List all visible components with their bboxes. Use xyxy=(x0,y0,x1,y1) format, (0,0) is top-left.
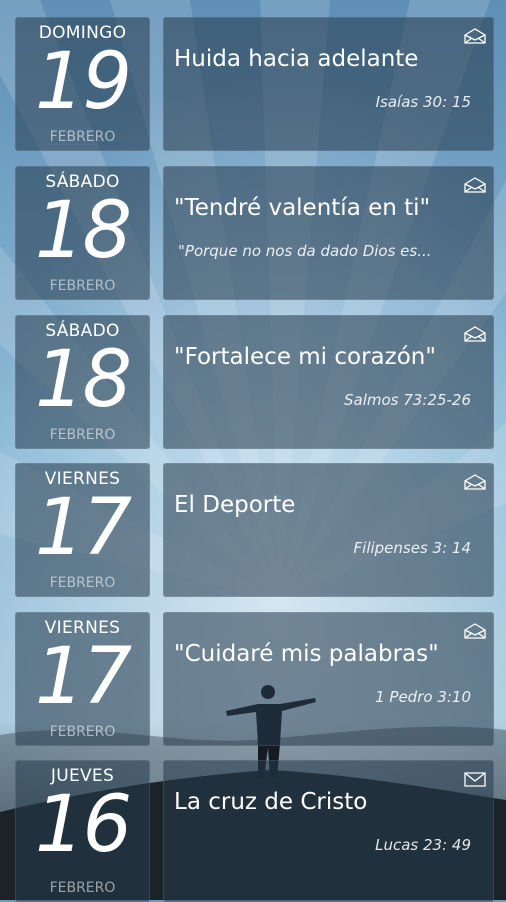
devotional-card[interactable]: "Tendré valentía en ti" "Porque no nos d… xyxy=(163,166,494,300)
closed-envelope-icon xyxy=(464,772,486,787)
month-label: FEBRERO xyxy=(49,129,116,145)
devotional-title: El Deporte xyxy=(174,492,296,518)
day-number: 18 xyxy=(34,186,132,276)
devotional-card[interactable]: La cruz de Cristo Lucas 23: 49 xyxy=(163,760,494,902)
open-envelope-icon xyxy=(464,623,486,639)
date-tile: VIERNES 17 FEBRERO xyxy=(15,612,150,746)
date-tile: SÁBADO 18 FEBRERO xyxy=(15,166,150,300)
scripture-reference: Filipenses 3: 14 xyxy=(353,539,471,557)
open-envelope-icon xyxy=(464,474,486,490)
devotional-list: DOMINGO 19 FEBRERO Huida hacia adelante … xyxy=(0,0,506,902)
month-label: FEBRERO xyxy=(49,724,116,740)
day-number: 17 xyxy=(34,483,132,573)
scripture-reference: Lucas 23: 49 xyxy=(375,836,471,854)
date-tile: VIERNES 17 FEBRERO xyxy=(15,463,150,597)
list-item[interactable]: VIERNES 17 FEBRERO "Cuidaré mis palabras… xyxy=(15,612,494,746)
day-number: 19 xyxy=(34,37,132,127)
date-tile: SÁBADO 18 FEBRERO xyxy=(15,315,150,449)
devotional-card[interactable]: El Deporte Filipenses 3: 14 xyxy=(163,463,494,597)
month-label: FEBRERO xyxy=(49,427,116,443)
scripture-reference: 1 Pedro 3:10 xyxy=(375,688,471,706)
list-item[interactable]: SÁBADO 18 FEBRERO "Tendré valentía en ti… xyxy=(15,166,494,300)
open-envelope-icon xyxy=(464,177,486,193)
month-label: FEBRERO xyxy=(49,278,116,294)
devotional-title: "Cuidaré mis palabras" xyxy=(174,641,439,667)
devotional-card[interactable]: "Cuidaré mis palabras" 1 Pedro 3:10 xyxy=(163,612,494,746)
list-item[interactable]: VIERNES 17 FEBRERO El Deporte Filipenses… xyxy=(15,463,494,597)
scripture-reference: "Porque no nos da dado Dios es... xyxy=(178,242,432,260)
open-envelope-icon xyxy=(464,28,486,44)
scripture-reference: Salmos 73:25-26 xyxy=(344,391,471,409)
open-envelope-icon xyxy=(464,326,486,342)
day-number: 17 xyxy=(34,632,132,722)
devotional-title: "Tendré valentía en ti" xyxy=(174,195,431,221)
date-tile: JUEVES 16 FEBRERO xyxy=(15,760,150,902)
day-number: 16 xyxy=(34,780,132,870)
list-item[interactable]: SÁBADO 18 FEBRERO "Fortalece mi corazón"… xyxy=(15,315,494,449)
month-label: FEBRERO xyxy=(49,575,116,591)
day-number: 18 xyxy=(34,335,132,425)
devotional-title: La cruz de Cristo xyxy=(174,789,368,815)
devotional-title: Huida hacia adelante xyxy=(174,46,419,72)
devotional-title: "Fortalece mi corazón" xyxy=(174,344,436,370)
devotional-card[interactable]: "Fortalece mi corazón" Salmos 73:25-26 xyxy=(163,315,494,449)
list-item[interactable]: JUEVES 16 FEBRERO La cruz de Cristo Luca… xyxy=(15,760,494,902)
date-tile: DOMINGO 19 FEBRERO xyxy=(15,17,150,151)
list-item[interactable]: DOMINGO 19 FEBRERO Huida hacia adelante … xyxy=(15,17,494,151)
devotional-card[interactable]: Huida hacia adelante Isaías 30: 15 xyxy=(163,17,494,151)
scripture-reference: Isaías 30: 15 xyxy=(375,93,471,111)
month-label: FEBRERO xyxy=(49,880,116,896)
